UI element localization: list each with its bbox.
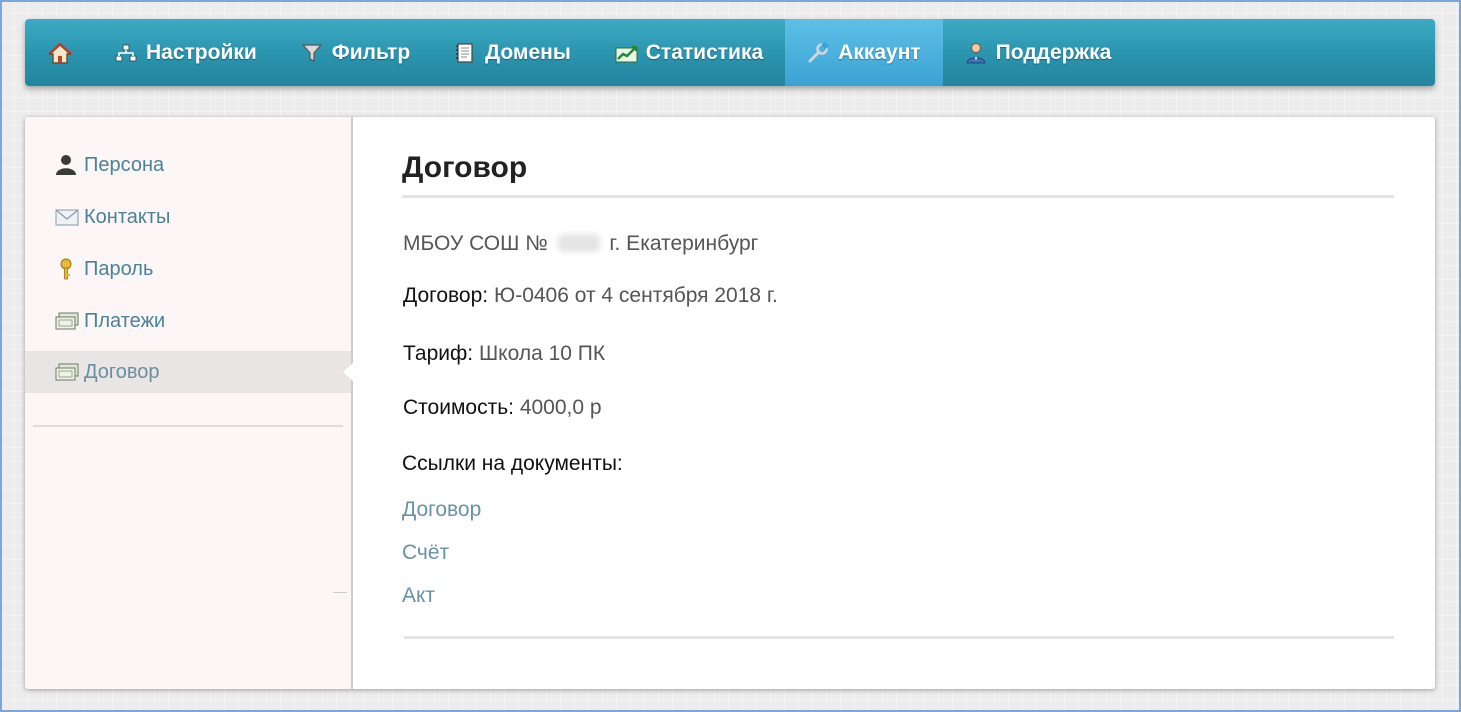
chart-icon — [615, 42, 638, 64]
money-icon — [55, 361, 79, 383]
nav-domains[interactable]: Домены — [432, 19, 593, 86]
sidebar-item-password[interactable]: Пароль — [25, 243, 351, 295]
cost-value: 4000,0 р — [519, 396, 602, 419]
sidebar-item-contract[interactable]: Договор — [25, 351, 353, 393]
tariff-label: Тариф: — [403, 342, 474, 365]
tariff-row: Тариф: Школа 10 ПК — [403, 342, 1394, 366]
organization-name: МБОУ СОШ № г. Екатеринбург — [403, 232, 1394, 256]
sidebar-item-label: Договор — [84, 360, 160, 383]
redacted-number — [557, 234, 600, 252]
doc-link-invoice[interactable]: Счёт — [402, 541, 1394, 565]
top-navigation: Настройки Фильтр Домены Статистика Аккау… — [25, 19, 1435, 86]
sidebar-bottom-mark — [333, 592, 347, 593]
nav-statistics-label: Статистика — [645, 40, 764, 64]
sidebar-item-label: Контакты — [84, 205, 171, 228]
nav-statistics[interactable]: Статистика — [593, 19, 785, 86]
nav-support[interactable]: Поддержка — [943, 19, 1134, 86]
support-person-icon — [965, 42, 987, 64]
sidebar-item-label: Пароль — [84, 257, 154, 280]
wrench-icon — [807, 41, 830, 64]
home-icon — [48, 42, 72, 64]
doc-link-act[interactable]: Акт — [402, 584, 1394, 608]
money-icon — [55, 310, 79, 332]
tariff-value: Школа 10 ПК — [478, 342, 606, 365]
nav-home[interactable] — [25, 19, 93, 86]
sidebar-item-payments[interactable]: Платежи — [25, 295, 351, 347]
nav-filter-label: Фильтр — [331, 40, 411, 64]
sidebar-item-contacts[interactable]: Контакты — [25, 191, 351, 243]
content-bottom-divider — [404, 636, 1394, 639]
org-prefix: МБОУ СОШ № — [403, 232, 548, 255]
sidebar-item-label: Платежи — [84, 309, 166, 332]
envelope-icon — [55, 206, 79, 228]
filter-icon — [301, 42, 323, 64]
contract-value: Ю-0406 от 4 сентября 2018 г. — [493, 284, 778, 307]
page-title: Договор — [402, 151, 1394, 198]
nav-settings[interactable]: Настройки — [93, 19, 279, 86]
doc-link-contract[interactable]: Договор — [402, 498, 1394, 522]
sidebar-divider — [33, 425, 343, 427]
nav-filter[interactable]: Фильтр — [279, 19, 432, 86]
key-icon — [55, 258, 77, 280]
sitemap-icon — [115, 42, 137, 64]
nav-support-label: Поддержка — [995, 40, 1112, 64]
contract-content: Договор МБОУ СОШ № г. Екатеринбург Догов… — [402, 117, 1394, 639]
cost-label: Стоимость: — [403, 396, 514, 419]
documents-heading: Ссылки на документы: — [402, 452, 623, 475]
account-sidebar: Персона Контакты Пароль Платежи Договор — [25, 117, 353, 689]
sidebar-item-person[interactable]: Персона — [25, 139, 351, 191]
sidebar-item-label: Персона — [84, 153, 165, 176]
contract-row: Договор: Ю-0406 от 4 сентября 2018 г. — [403, 284, 1394, 308]
nav-settings-label: Настройки — [146, 40, 257, 64]
person-icon — [55, 154, 77, 176]
main-panel: Персона Контакты Пароль Платежи Договор … — [25, 117, 1435, 689]
nav-account-label: Аккаунт — [838, 40, 921, 64]
contract-label: Договор: — [403, 284, 489, 307]
cost-row: Стоимость: 4000,0 р — [403, 396, 1394, 420]
nav-domains-label: Домены — [485, 40, 571, 64]
nav-account[interactable]: Аккаунт — [785, 19, 943, 86]
notebook-icon — [454, 42, 476, 64]
org-suffix: г. Екатеринбург — [609, 232, 759, 255]
